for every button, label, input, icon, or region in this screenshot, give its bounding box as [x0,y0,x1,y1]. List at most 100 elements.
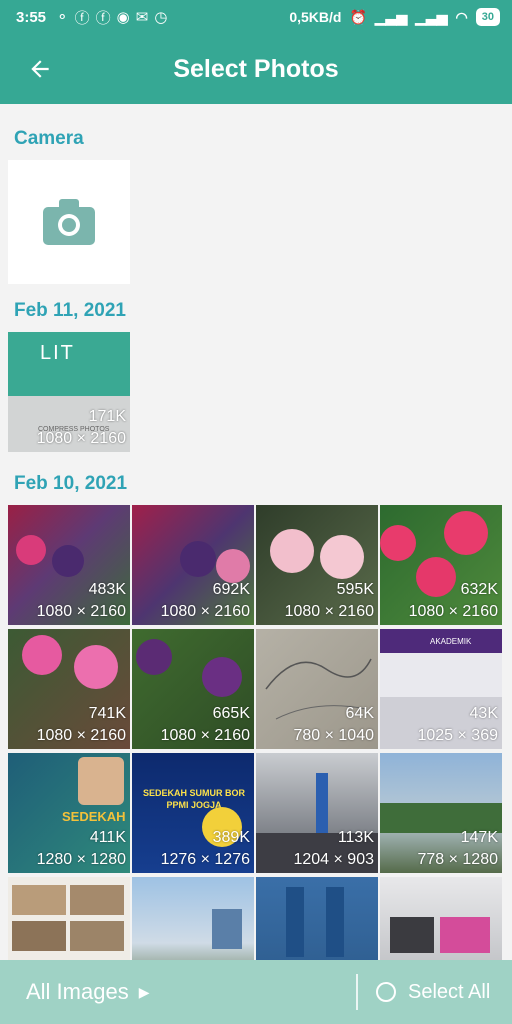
image-dimensions: 1276 × 1276 [160,851,250,868]
thumbnail-image [216,549,250,583]
facebook-icon: ⓕ [95,9,111,27]
page-title: Select Photos [173,54,339,83]
photo-thumbnail[interactable] [8,877,130,960]
image-dimensions: 1080 × 2160 [36,603,126,620]
arrow-left-icon [31,60,49,78]
thumbnail-image [12,885,66,915]
thumbnail-image [52,545,84,577]
file-size: 632K [460,581,498,598]
photo-thumbnail[interactable]: LIT COMPRESS PHOTOS 171K 1080 × 2160 [8,332,130,452]
file-size: 692K [212,581,250,598]
photo-thumbnail[interactable] [256,877,378,960]
clock-icon: ◷ [154,9,168,26]
image-dimensions: 1080 × 2160 [160,603,250,620]
image-dimensions: 1080 × 2160 [36,430,126,447]
thumbnail-image [180,541,216,577]
thumbnail-image [22,635,62,675]
thumbnail-caption: SEDEKAH [62,809,126,824]
thumbnail-image [16,535,46,565]
photo-thumbnail[interactable]: 483K 1080 × 2160 [8,505,130,625]
thumbnail-image [326,887,344,957]
photo-thumbnail[interactable]: 632K 1080 × 2160 [380,505,502,625]
thumbnail-image [202,657,242,697]
battery-level: 30 [481,11,494,23]
file-size: 147K [460,829,498,846]
file-size: 389K [212,829,250,846]
thumbnail-caption: SEDEKAH SUMUR BOR PPMI JOGJA [142,788,245,810]
thumbnail-image [270,529,314,573]
file-size: 483K [88,581,126,598]
image-dimensions: 1025 × 369 [417,727,498,744]
image-dimensions: 1204 × 903 [293,851,374,868]
mail-icon: ✉ [135,9,149,26]
signal-icon: ▁▃▅ [415,8,448,25]
photo-thumbnail[interactable]: 665K 1080 × 2160 [132,629,254,749]
section-camera: Camera [14,128,84,149]
app-toolbar: Select Photos [0,34,512,104]
chat-icon: ◉ [116,9,130,26]
file-size: 171K [88,408,126,425]
thumbnail-image [212,909,242,949]
thumbnail-image [70,921,124,951]
thumbnail-image [440,917,490,953]
photo-thumbnail[interactable]: 595K 1080 × 2160 [256,505,378,625]
thumbnail-image [380,525,416,561]
section-date: Feb 10, 2021 [14,473,128,494]
photo-thumbnail[interactable]: 692K 1080 × 2160 [132,505,254,625]
wifi-icon: ◠ [455,8,468,25]
file-size: 411K [89,829,126,846]
status-time: 3:55 [16,8,47,26]
photo-thumbnail[interactable]: SEDEKAH 411K 1280 × 1280 [8,753,130,873]
thumbnail-image [12,921,66,951]
signal-icon: ▁▃▅ [374,8,408,25]
notification-icon: ⚬ [56,9,69,26]
image-dimensions: 1080 × 2160 [160,727,250,744]
network-speed: 0,5KB/d [289,9,342,25]
image-dimensions: 780 × 1040 [293,727,374,744]
photo-thumbnail[interactable]: 741K 1080 × 2160 [8,629,130,749]
thumbnail-image [74,645,118,689]
thumbnail-image [286,887,304,957]
battery-icon: 30 [475,8,500,26]
photo-thumbnail[interactable]: AKADEMIK 43K 1025 × 369 [380,629,502,749]
file-size: 595K [336,581,374,598]
triangle-right-icon: ▶ [138,983,150,1000]
alarm-icon: ⏰ [349,8,367,25]
file-size: 64K [345,705,374,722]
photo-thumbnail[interactable]: 113K 1204 × 903 [256,753,378,873]
radio-icon [376,982,396,1002]
album-selector-label: All Images [26,979,129,1004]
section-date: Feb 11, 2021 [14,300,126,321]
back-button[interactable] [12,41,68,97]
thumbnail-image [320,535,364,579]
image-dimensions: 1080 × 2160 [36,727,126,744]
select-all-label: Select All [408,980,491,1003]
album-selector[interactable]: All Images ▶ [26,979,150,1005]
app-logo: LIT [40,342,75,364]
select-all-button[interactable]: Select All [376,981,490,1004]
thumbnail-image [78,757,124,805]
file-size: 113K [337,829,374,846]
thumbnail-image [416,557,456,597]
camera-button[interactable] [8,160,130,284]
photo-thumbnail[interactable] [380,877,502,960]
photo-thumbnail[interactable]: SEDEKAH SUMUR BOR PPMI JOGJA 389K 1276 ×… [132,753,254,873]
thumbnail-caption: AKADEMIK [380,629,502,653]
divider [356,974,358,1010]
file-size: 43K [469,705,498,722]
facebook-icon: ⓕ [74,9,90,27]
camera-icon [43,199,95,245]
photo-thumbnail[interactable]: 64K 780 × 1040 [256,629,378,749]
image-dimensions: 1080 × 2160 [284,603,374,620]
thumbnail-image [444,511,488,555]
thumbnail-image [136,639,172,675]
photo-thumbnail[interactable] [132,877,254,960]
bottom-bar: All Images ▶ Select All [0,960,512,1024]
photo-thumbnail[interactable]: 147K 778 × 1280 [380,753,502,873]
image-dimensions: 1080 × 2160 [408,603,498,620]
notification-icons: ⚬ ⓕ ⓕ ◉ ✉ ◷ [56,7,167,28]
photo-grid[interactable]: Camera Feb 11, 2021 LIT COMPRESS PHOTOS … [0,104,512,960]
file-size: 665K [212,705,250,722]
thumbnail-image [390,917,434,953]
image-dimensions: 1280 × 1280 [36,851,126,868]
